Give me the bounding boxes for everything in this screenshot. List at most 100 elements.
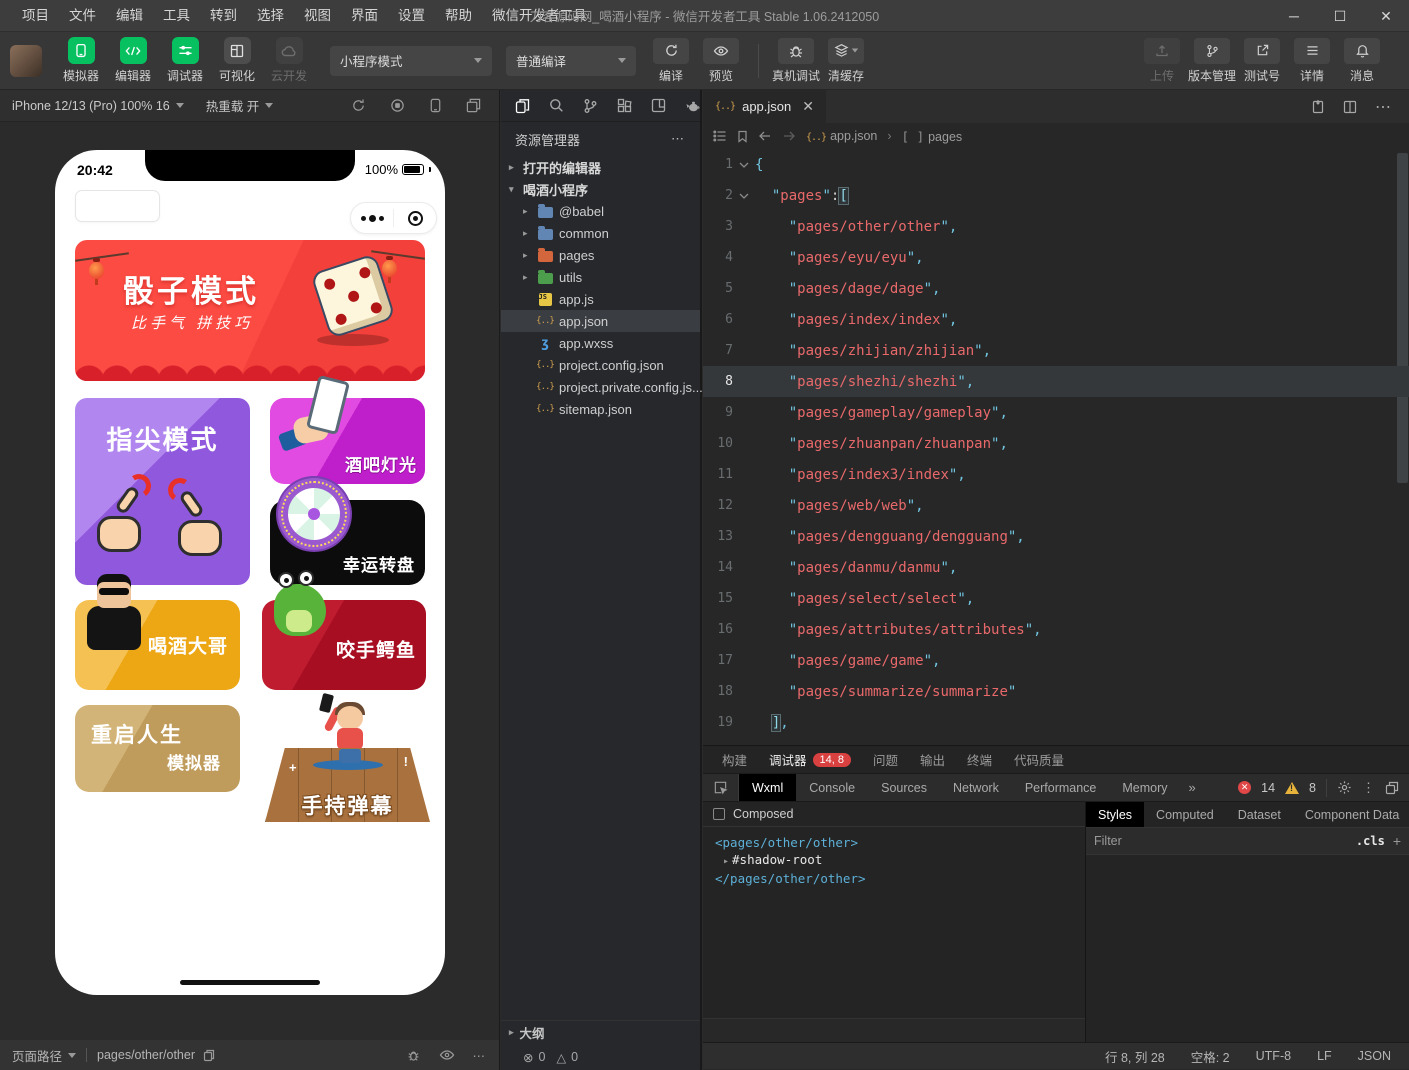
code-line-16[interactable]: 16 "pages/attributes/attributes", — [703, 614, 1409, 645]
forward-icon[interactable] — [782, 130, 796, 142]
undock-icon[interactable] — [1385, 781, 1399, 795]
tab-app-json[interactable]: {..} app.json ✕ — [703, 90, 826, 123]
wxml-node[interactable]: </pages/other/other> — [715, 870, 1085, 887]
breadcrumb-file[interactable]: {..}app.json — [806, 129, 877, 143]
hot-reload-toggle[interactable]: 热重载 开 — [184, 96, 273, 115]
status-item-1[interactable]: 空格: 2 — [1191, 1047, 1230, 1066]
panel-tab-5[interactable]: 代码质量 — [1005, 746, 1073, 773]
menu-item-6[interactable]: 视图 — [294, 0, 341, 32]
cloud-toggle-button[interactable]: 云开发 — [264, 37, 314, 84]
eye-icon[interactable] — [439, 1047, 455, 1063]
menu-item-1[interactable]: 文件 — [59, 0, 106, 32]
user-avatar[interactable] — [10, 45, 42, 77]
menu-item-0[interactable]: 项目 — [12, 0, 59, 32]
card-bar-light[interactable]: 酒吧灯光 — [270, 398, 425, 484]
multi-window-icon[interactable] — [466, 98, 481, 113]
close-button[interactable]: ✕ — [1363, 0, 1409, 32]
file-item-utils[interactable]: ▸ utils — [501, 266, 700, 288]
upload-button[interactable]: 上传 — [1137, 38, 1187, 84]
menu-item-8[interactable]: 设置 — [388, 0, 435, 32]
code-line-8[interactable]: 8 "pages/shezhi/shezhi", — [703, 366, 1409, 397]
files-icon[interactable] — [515, 98, 530, 114]
open-changes-icon[interactable] — [1311, 99, 1325, 114]
card-handheld-danmu[interactable]: + ! 手持弹幕 — [265, 698, 430, 822]
fold-icon[interactable] — [733, 192, 755, 200]
devtools-error-count[interactable]: 14 — [1261, 781, 1275, 795]
card-dice-mode[interactable]: 骰子模式 比手气 拼技巧 — [75, 240, 425, 381]
panel-tab-0[interactable]: 构建 — [713, 746, 756, 773]
clear-cache-button[interactable]: 清缓存 — [821, 38, 871, 84]
code-line-12[interactable]: 12 "pages/web/web", — [703, 490, 1409, 521]
panel-tab-2[interactable]: 问题 — [864, 746, 907, 773]
devtools-warning-count[interactable]: 8 — [1309, 781, 1316, 795]
testid-button[interactable]: 测试号 — [1237, 38, 1287, 84]
version-button[interactable]: 版本管理 — [1187, 38, 1237, 84]
cls-toggle[interactable]: .cls — [1356, 834, 1385, 848]
code-line-17[interactable]: 17 "pages/game/game", — [703, 645, 1409, 676]
devtools-tab-sources[interactable]: Sources — [868, 774, 940, 801]
record-icon[interactable] — [390, 98, 405, 113]
card-crocodile[interactable]: 咬手鳄鱼 — [262, 600, 426, 690]
more-icon[interactable]: ⋯ — [671, 131, 686, 147]
open-editors-section[interactable]: ▸ 打开的编辑器 — [501, 156, 700, 178]
file-item-app.wxss[interactable]: ʒ app.wxss — [501, 332, 700, 354]
panel-tab-3[interactable]: 输出 — [911, 746, 954, 773]
visual-toggle-button[interactable]: 可视化 — [212, 37, 262, 84]
editor-toggle-button[interactable]: 编辑器 — [108, 37, 158, 84]
split-editor-icon[interactable] — [1343, 100, 1357, 114]
status-item-4[interactable]: JSON — [1358, 1049, 1391, 1063]
code-line-19[interactable]: 19 ], — [703, 707, 1409, 738]
teapot-icon[interactable] — [685, 99, 701, 113]
devtools-tab-network[interactable]: Network — [940, 774, 1012, 801]
code-line-9[interactable]: 9 "pages/gameplay/gameplay", — [703, 397, 1409, 428]
more-tabs-icon[interactable]: » — [1181, 780, 1204, 795]
status-item-3[interactable]: LF — [1317, 1049, 1332, 1063]
device-select[interactable]: iPhone 12/13 (Pro) 100% 16 — [0, 99, 184, 113]
extensions-icon[interactable] — [617, 98, 632, 113]
more-icon[interactable]: ⋯ — [1375, 97, 1393, 117]
card-fingertip-mode[interactable]: 指尖模式 — [75, 398, 250, 585]
snippet-icon[interactable] — [651, 98, 666, 113]
card-drinking-boss[interactable]: 喝酒大哥 — [75, 600, 240, 690]
styles-tab-component-data[interactable]: Component Data — [1293, 802, 1409, 827]
status-item-0[interactable]: 行 8, 列 28 — [1105, 1047, 1165, 1066]
menu-item-3[interactable]: 工具 — [153, 0, 200, 32]
breadcrumb-node[interactable]: [ ]pages — [902, 129, 963, 144]
git-branch-icon[interactable] — [583, 98, 598, 114]
messages-button[interactable]: 消息 — [1337, 38, 1387, 84]
file-item-app.js[interactable]: JS app.js — [501, 288, 700, 310]
filter-input[interactable]: Filter — [1094, 834, 1348, 848]
copy-icon[interactable] — [203, 1049, 215, 1062]
code-line-5[interactable]: 5 "pages/dage/dage", — [703, 273, 1409, 304]
outline-list-icon[interactable] — [713, 130, 727, 142]
menu-item-7[interactable]: 界面 — [341, 0, 388, 32]
code-line-14[interactable]: 14 "pages/danmu/danmu", — [703, 552, 1409, 583]
kebab-menu-icon[interactable]: ⋮ — [1362, 780, 1375, 796]
file-item-common[interactable]: ▸ common — [501, 222, 700, 244]
file-item-project.config.json[interactable]: {..} project.config.json — [501, 354, 700, 376]
code-line-2[interactable]: 2 "pages": [ — [703, 180, 1409, 211]
styles-tab-styles[interactable]: Styles — [1086, 802, 1144, 827]
maximize-button[interactable]: ☐ — [1317, 0, 1363, 32]
project-root[interactable]: ▾ 喝酒小程序 — [501, 178, 700, 200]
styles-tab-computed[interactable]: Computed — [1144, 802, 1226, 827]
preview-button[interactable]: 预览 — [696, 38, 746, 84]
more-icon[interactable]: ⋯ — [473, 1048, 488, 1063]
add-rule-icon[interactable]: + — [1393, 833, 1401, 849]
device-frame-icon[interactable] — [429, 98, 442, 113]
code-line-1[interactable]: 1{ — [703, 149, 1409, 180]
mode-select[interactable]: 小程序模式 — [330, 46, 492, 76]
file-item-sitemap.json[interactable]: {..} sitemap.json — [501, 398, 700, 420]
code-line-6[interactable]: 6 "pages/index/index", — [703, 304, 1409, 335]
file-item-app.json[interactable]: {..} app.json — [501, 310, 700, 332]
simulator-toggle-button[interactable]: 模拟器 — [56, 37, 106, 84]
wxml-shadow-root[interactable]: ▸#shadow-root — [715, 851, 1085, 870]
minimize-button[interactable]: ─ — [1271, 0, 1317, 32]
menu-item-2[interactable]: 编辑 — [106, 0, 153, 32]
debugger-toggle-button[interactable]: 调试器 — [160, 37, 210, 84]
composed-checkbox[interactable] — [713, 808, 725, 820]
search-icon[interactable] — [549, 98, 564, 113]
compile-button[interactable]: 编译 — [646, 38, 696, 84]
inspect-element-icon[interactable] — [703, 774, 739, 801]
styles-tab-dataset[interactable]: Dataset — [1226, 802, 1293, 827]
